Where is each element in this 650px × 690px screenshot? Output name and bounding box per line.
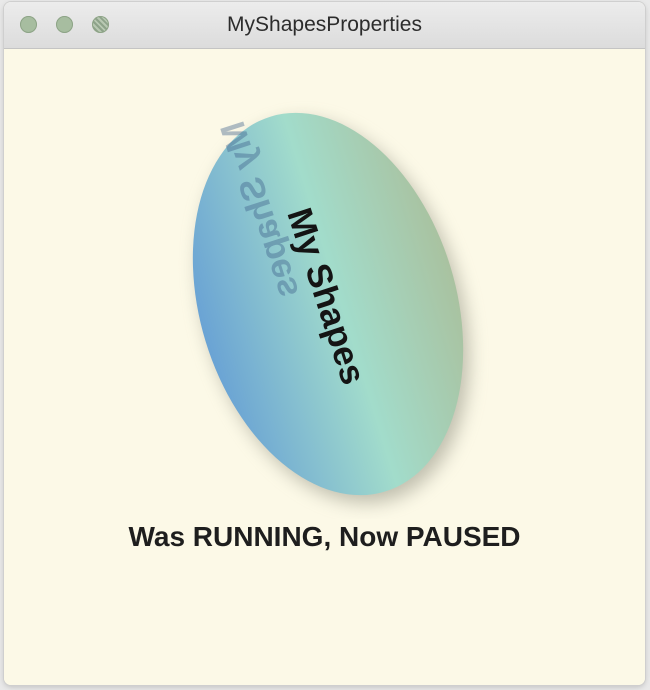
window-title: MyShapesProperties	[227, 13, 422, 36]
title-bar[interactable]: MyShapesProperties	[4, 2, 645, 49]
content-area: My Shapes My Shapes Was RUNNING, Now PAU…	[4, 49, 645, 685]
status-text: Was RUNNING, Now PAUSED	[128, 521, 521, 552]
shapes-canvas: My Shapes My Shapes	[192, 112, 470, 504]
app-window: MyShapesProperties My Shapes My Shapes W…	[4, 2, 645, 685]
